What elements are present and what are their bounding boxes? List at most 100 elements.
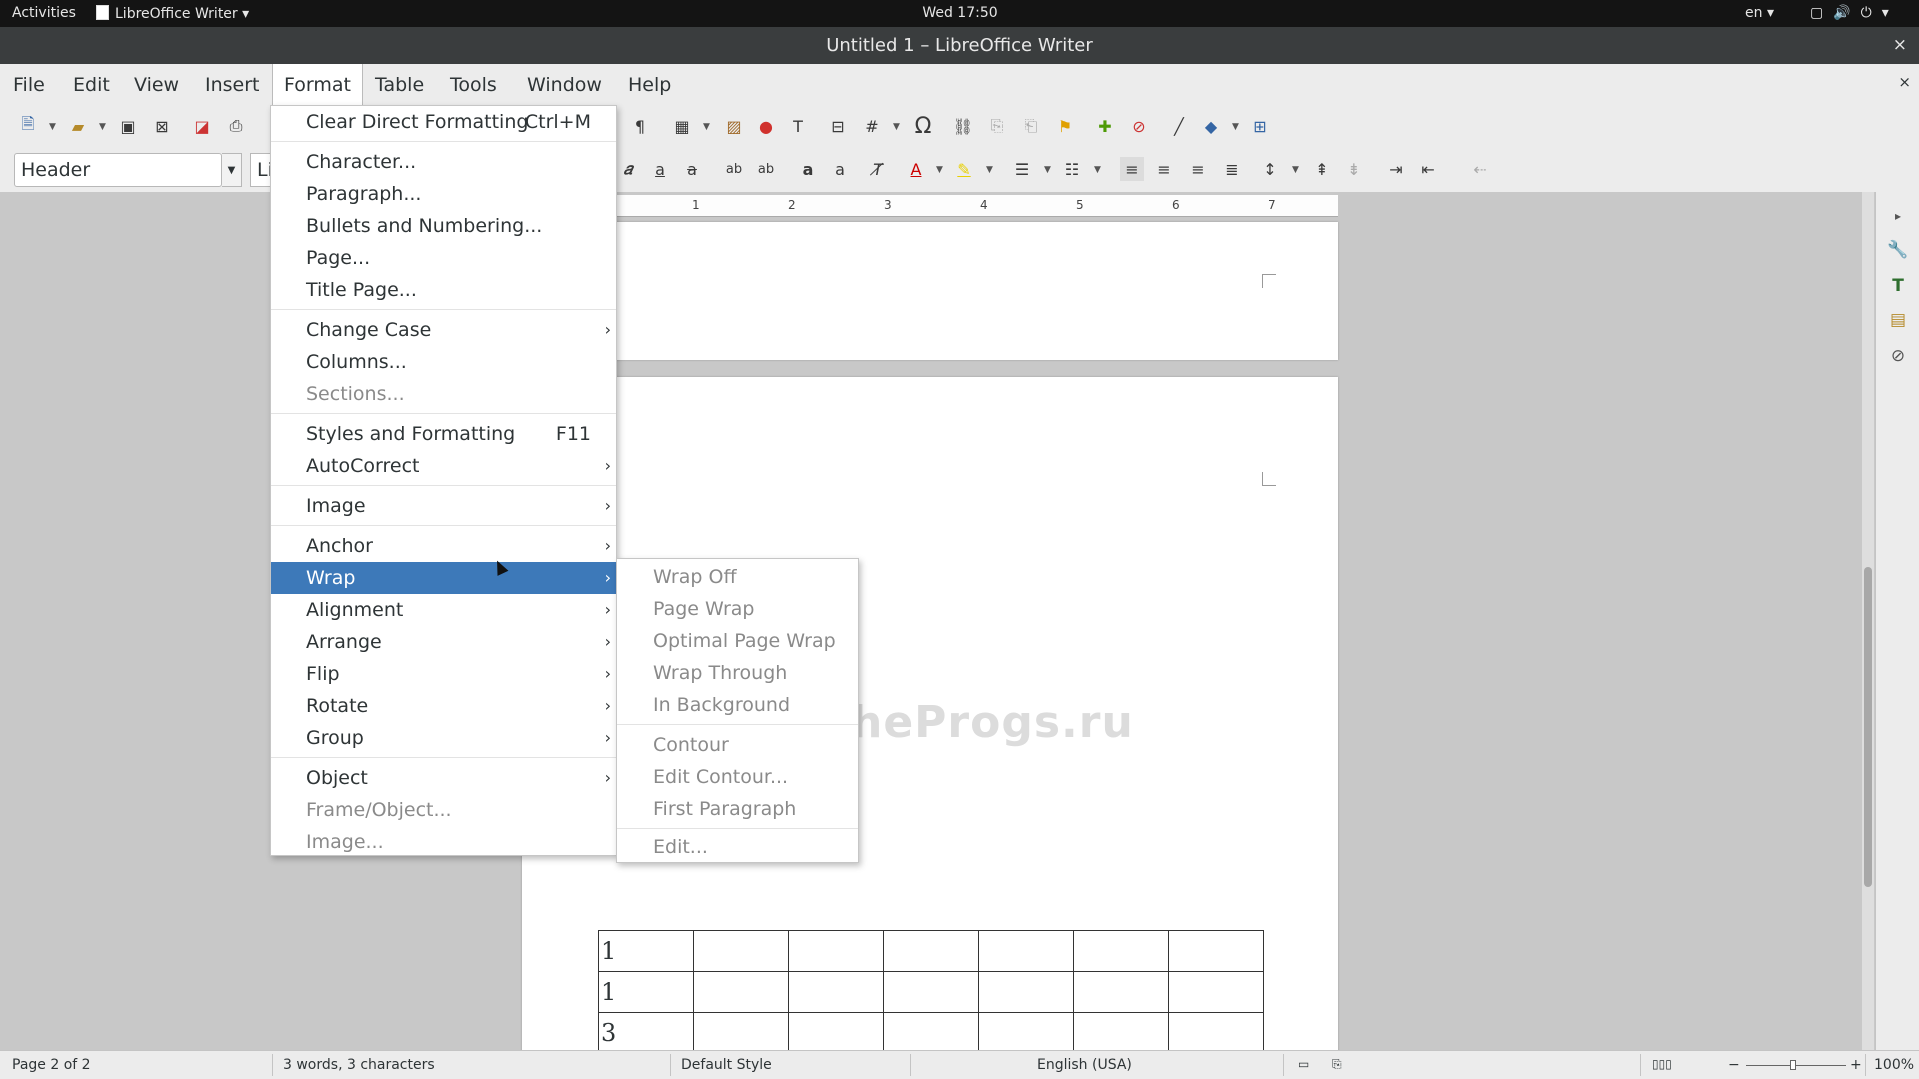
window-close-button[interactable]: × bbox=[1893, 35, 1907, 55]
menu-in-background[interactable]: In Background bbox=[617, 689, 858, 721]
table-cell[interactable] bbox=[1168, 1012, 1264, 1050]
table-cell[interactable] bbox=[788, 930, 884, 972]
draw-line-icon[interactable]: ╱ bbox=[1167, 114, 1191, 138]
gallery-icon[interactable]: ▤ bbox=[1886, 308, 1910, 332]
chevron-down-icon[interactable]: ▼ bbox=[222, 153, 242, 187]
footnote-icon[interactable]: ⎘ bbox=[985, 114, 1009, 138]
print-icon[interactable]: ⎙ bbox=[224, 114, 248, 138]
table-cell[interactable] bbox=[1073, 971, 1169, 1013]
chevron-down-icon[interactable]: ▼ bbox=[986, 165, 993, 175]
menu-page[interactable]: Page... bbox=[271, 242, 616, 274]
page-1[interactable] bbox=[522, 222, 1338, 360]
table-cell[interactable] bbox=[693, 971, 789, 1013]
insert-field-icon[interactable]: # bbox=[860, 114, 884, 138]
table-cell[interactable] bbox=[883, 1012, 979, 1050]
chevron-down-icon[interactable]: ▼ bbox=[1292, 165, 1299, 175]
numbered-list-icon[interactable]: ☷ bbox=[1060, 157, 1084, 181]
export-icon[interactable]: ⊠ bbox=[150, 114, 174, 138]
table-cell[interactable] bbox=[693, 1012, 789, 1050]
open-folder-icon[interactable]: ▰ bbox=[66, 114, 90, 138]
menu-edit-wrap[interactable]: Edit... bbox=[617, 831, 858, 863]
line-spacing-icon[interactable]: ↕ bbox=[1258, 157, 1282, 181]
menu-wrap-off[interactable]: Wrap Off bbox=[617, 561, 858, 593]
menu-paragraph[interactable]: Paragraph... bbox=[271, 178, 616, 210]
reject-changes-icon[interactable]: ⊘ bbox=[1127, 114, 1151, 138]
table-cell[interactable] bbox=[978, 971, 1074, 1013]
keyboard-layout-menu[interactable]: en ▾ bbox=[1745, 5, 1774, 21]
bulleted-list-icon[interactable]: ☰ bbox=[1010, 157, 1034, 181]
table-cell[interactable] bbox=[693, 930, 789, 972]
table-cell[interactable] bbox=[883, 971, 979, 1013]
close-document-button[interactable]: × bbox=[1898, 73, 1911, 91]
table-cell[interactable] bbox=[978, 930, 1074, 972]
decrease-indent-icon[interactable]: ⇤ bbox=[1416, 157, 1440, 181]
document-table[interactable]: 113 bbox=[598, 930, 1264, 1050]
zoom-level[interactable]: 100% bbox=[1874, 1057, 1914, 1073]
new-document-icon[interactable]: 🗎 bbox=[16, 114, 40, 138]
word-count[interactable]: 3 words, 3 characters bbox=[283, 1057, 435, 1073]
menu-arrange[interactable]: Arrange › bbox=[271, 626, 616, 658]
menu-sections[interactable]: Sections... bbox=[271, 378, 616, 410]
menu-autocorrect[interactable]: AutoCorrect › bbox=[271, 450, 616, 482]
table-cell[interactable] bbox=[978, 1012, 1074, 1050]
page-style[interactable]: Default Style bbox=[681, 1057, 772, 1073]
menu-window[interactable]: Window bbox=[516, 64, 613, 106]
underline-icon[interactable]: a bbox=[648, 157, 672, 181]
menu-change-case[interactable]: Change Case › bbox=[271, 314, 616, 346]
track-changes-icon[interactable]: ✚ bbox=[1093, 114, 1117, 138]
menu-help[interactable]: Help bbox=[617, 64, 682, 106]
subscript-icon[interactable]: ab bbox=[754, 157, 778, 181]
insert-mode-icon[interactable]: ▭ bbox=[1298, 1057, 1309, 1071]
strikethrough-icon[interactable]: a bbox=[680, 157, 704, 181]
align-left-icon[interactable]: ≡ bbox=[1120, 157, 1144, 181]
align-center-icon[interactable]: ≡ bbox=[1152, 157, 1176, 181]
menu-columns[interactable]: Columns... bbox=[271, 346, 616, 378]
menu-table[interactable]: Table bbox=[364, 64, 435, 106]
special-character-icon[interactable]: Ω bbox=[911, 114, 935, 139]
menu-group[interactable]: Group › bbox=[271, 722, 616, 754]
chevron-down-icon[interactable]: ▼ bbox=[703, 122, 710, 132]
view-layout-icon[interactable]: ▯▯▯ bbox=[1652, 1057, 1672, 1071]
menu-optimal-page-wrap[interactable]: Optimal Page Wrap bbox=[617, 625, 858, 657]
menu-file[interactable]: File bbox=[2, 64, 56, 106]
menu-edit-contour[interactable]: Edit Contour... bbox=[617, 761, 858, 793]
save-icon[interactable]: ▣ bbox=[116, 114, 140, 138]
paragraph-style-input[interactable]: Header bbox=[14, 153, 222, 187]
vertical-scrollbar[interactable] bbox=[1862, 192, 1874, 1050]
superscript-icon[interactable]: ab bbox=[722, 157, 746, 181]
insert-page-break-icon[interactable]: ⊟ bbox=[826, 114, 850, 138]
insert-image-icon[interactable]: ▨ bbox=[722, 114, 746, 138]
menu-image-properties[interactable]: Image... bbox=[271, 826, 616, 858]
system-tray[interactable]: ▢ 🔊 ⏻ ▾ bbox=[1810, 5, 1899, 21]
menu-rotate[interactable]: Rotate › bbox=[271, 690, 616, 722]
table-cell[interactable] bbox=[788, 1012, 884, 1050]
chevron-down-icon[interactable]: ▼ bbox=[893, 122, 900, 132]
formatting-marks-icon[interactable]: ¶ bbox=[628, 114, 652, 138]
menu-insert[interactable]: Insert bbox=[194, 64, 271, 106]
table-cell[interactable] bbox=[1073, 1012, 1169, 1050]
clear-formatting-icon[interactable]: T̸ bbox=[866, 157, 890, 181]
menu-format[interactable]: Format bbox=[272, 64, 363, 106]
menu-alignment[interactable]: Alignment › bbox=[271, 594, 616, 626]
menu-frame-object[interactable]: Frame/Object... bbox=[271, 794, 616, 826]
chevron-down-icon[interactable]: ▼ bbox=[1044, 165, 1051, 175]
menu-contour[interactable]: Contour bbox=[617, 729, 858, 761]
app-menu[interactable]: LibreOffice Writer ▾ bbox=[96, 5, 249, 22]
menu-flip[interactable]: Flip › bbox=[271, 658, 616, 690]
text-language[interactable]: English (USA) bbox=[1037, 1057, 1132, 1073]
zoom-out-button[interactable]: − bbox=[1728, 1057, 1740, 1073]
menu-clear-direct-formatting[interactable]: Clear Direct Formatting Ctrl+M bbox=[271, 106, 616, 138]
properties-icon[interactable]: 🔧 bbox=[1886, 238, 1910, 262]
font-color-icon[interactable]: A bbox=[904, 157, 928, 181]
zoom-slider-handle[interactable] bbox=[1790, 1060, 1796, 1070]
align-right-icon[interactable]: ≡ bbox=[1186, 157, 1210, 181]
page-count[interactable]: Page 2 of 2 bbox=[12, 1057, 91, 1073]
italic-icon[interactable]: 𝑎 bbox=[616, 157, 640, 181]
chevron-down-icon[interactable]: ▼ bbox=[1094, 165, 1101, 175]
menu-view[interactable]: View bbox=[123, 64, 190, 106]
table-cell[interactable]: 3 bbox=[598, 1012, 694, 1050]
insert-table-icon[interactable]: ▦ bbox=[670, 114, 694, 138]
menu-page-wrap[interactable]: Page Wrap bbox=[617, 593, 858, 625]
clock[interactable]: Wed 17:50 bbox=[920, 5, 1000, 21]
insert-textbox-icon[interactable]: T bbox=[786, 114, 810, 138]
